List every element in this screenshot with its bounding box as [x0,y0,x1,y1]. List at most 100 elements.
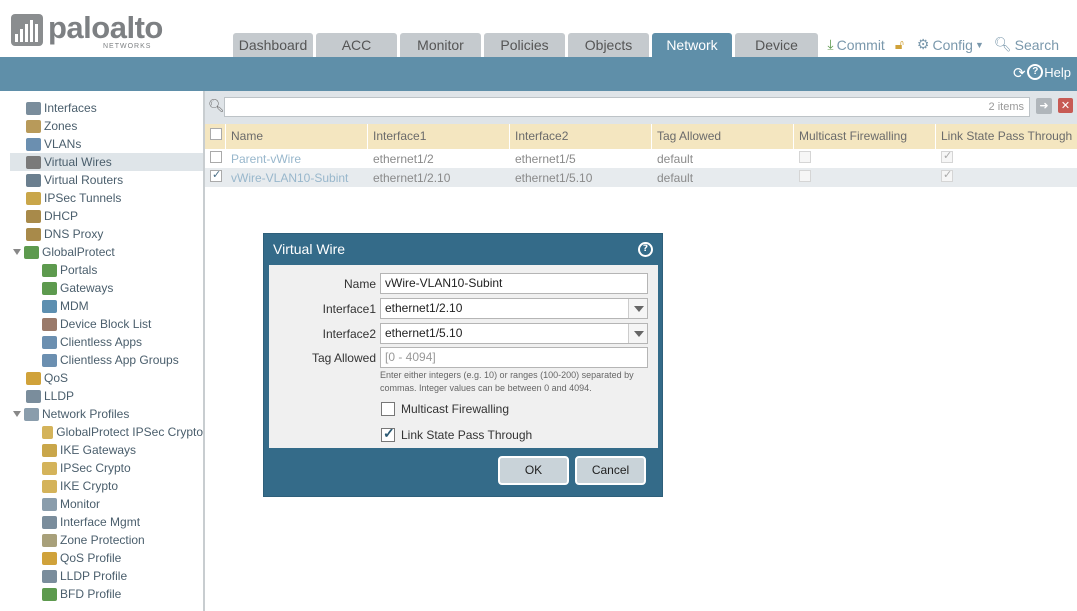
chevron-down-icon[interactable] [628,299,647,318]
portals-icon [42,263,57,277]
table-row[interactable]: vWire-VLAN10-Subint ethernet1/2.10 etherne… [205,168,1077,187]
sidebar-item-label: IPSec Tunnels [44,191,122,205]
sidebar-item-clientless-apps[interactable]: Clientless Apps [10,333,203,351]
col-interface2[interactable]: Interface2 [510,124,652,149]
sidebar-item-ipsec-tunnels[interactable]: IPSec Tunnels [10,189,203,207]
network-profiles-icon [24,407,39,421]
col-multicast-firewalling[interactable]: Multicast Firewalling [794,124,936,149]
tab-acc[interactable]: ACC [316,33,397,57]
filter-input[interactable]: 2 items [224,97,1030,117]
commit-link[interactable]: ⤓ Commit [827,36,884,53]
sidebar-item-lldp[interactable]: LLDP [10,387,203,405]
top-links: ⤓ Commit 🔓︎ ⚙ Config ▼ 🔍︎ Search [817,36,1059,53]
link-state-pass-through-option[interactable]: Link State Pass Through [381,425,532,442]
tab-network[interactable]: Network [652,33,732,57]
sidebar-item-qos-profile[interactable]: QoS Profile [10,549,203,567]
help-button[interactable]: ? Help [1027,64,1071,80]
sidebar-item-clientless-app-groups[interactable]: Clientless App Groups [10,351,203,369]
interface-mgmt-icon [42,515,57,529]
multicast-firewalling-option[interactable]: Multicast Firewalling [381,402,509,416]
sidebar-item-interfaces[interactable]: Interfaces [10,99,203,117]
sidebar-item-monitor[interactable]: Monitor [10,495,203,513]
interface1-select[interactable]: ethernet1/2.10 [380,298,648,319]
cell-link-state-checkbox [941,170,953,182]
sidebar-item-label: Virtual Wires [44,155,112,169]
main-tabs: Dashboard ACC Monitor Policies Objects N… [233,33,821,57]
sidebar-item-label: Portals [60,263,98,277]
tag-allowed-hint: Enter either integers (e.g. 10) or range… [380,370,634,393]
config-label: Config [932,36,973,53]
sidebar-item-dns-proxy[interactable]: DNS Proxy [10,225,203,243]
row-select-checkbox[interactable] [210,170,222,182]
sidebar-item-zone-protection[interactable]: Zone Protection [10,531,203,549]
gateways-icon [42,281,57,295]
sidebar-item-globalprotect-ipsec-crypto[interactable]: GlobalProtect IPSec Crypto [10,423,203,441]
name-field[interactable]: vWire-VLAN10-Subint [380,273,648,294]
sidebar-item-label: LLDP [44,389,75,403]
virtual-routers-icon [26,173,41,187]
sidebar-item-vlans[interactable]: VLANs [10,135,203,153]
expand-triangle-icon[interactable] [13,411,21,417]
logo-mark-icon [11,14,43,46]
cell-name[interactable]: vWire-VLAN10-Subint [226,171,368,185]
sidebar-item-device-block-list[interactable]: Device Block List [10,315,203,333]
sidebar-item-virtual-routers[interactable]: Virtual Routers [10,171,203,189]
sidebar-item-ike-gateways[interactable]: IKE Gateways [10,441,203,459]
sidebar-item-label: IPSec Crypto [60,461,131,475]
select-all-checkbox[interactable] [210,128,222,140]
sidebar-item-ipsec-crypto[interactable]: IPSec Crypto [10,459,203,477]
cell-name[interactable]: Parent-vWire [226,152,368,166]
clear-filter-icon[interactable]: ✕ [1058,98,1073,113]
monitor-icon [42,497,57,511]
tab-monitor[interactable]: Monitor [400,33,481,57]
tab-objects[interactable]: Objects [568,33,649,57]
link-state-pass-through-checkbox[interactable] [381,425,395,442]
checkbox-cell [205,151,226,166]
sidebar-item-gateways[interactable]: Gateways [10,279,203,297]
sidebar-item-virtual-wires[interactable]: Virtual Wires [10,153,203,171]
chevron-down-icon: ▼ [974,39,984,50]
tag-allowed-field[interactable]: [0 - 4094] [380,347,648,368]
apply-filter-icon[interactable]: ➜ [1036,98,1052,114]
sidebar-item-zones[interactable]: Zones [10,117,203,135]
col-name[interactable]: Name [226,124,368,149]
lock-button[interactable]: 🔓︎ [895,36,907,53]
sidebar-item-lldp-profile[interactable]: LLDP Profile [10,567,203,585]
dhcp-icon [26,209,41,223]
qos-icon [26,371,41,385]
tab-device[interactable]: Device [735,33,818,57]
sidebar-item-mdm[interactable]: MDM [10,297,203,315]
config-icon: ⚙ [916,36,930,52]
sidebar-item-qos[interactable]: QoS [10,369,203,387]
dialog-help-icon[interactable]: ? [638,242,653,257]
multicast-firewalling-checkbox[interactable] [381,402,395,416]
col-tag-allowed[interactable]: Tag Allowed [652,124,794,149]
config-menu[interactable]: ⚙ Config ▼ [917,36,984,53]
chevron-down-icon[interactable] [628,324,647,343]
sidebar-item-interface-mgmt[interactable]: Interface Mgmt [10,513,203,531]
commit-icon: ⤓ [827,36,834,52]
tab-policies[interactable]: Policies [484,33,565,57]
expand-triangle-icon[interactable] [13,249,21,255]
cancel-button[interactable]: Cancel [575,456,646,485]
interface2-select[interactable]: ethernet1/5.10 [380,323,648,344]
sidebar-item-network-profiles[interactable]: Network Profiles [10,405,203,423]
ok-button[interactable]: OK [498,456,569,485]
sidebar-item-ike-crypto[interactable]: IKE Crypto [10,477,203,495]
cell-interface2: ethernet1/5 [515,151,576,166]
sidebar-item-globalprotect[interactable]: GlobalProtect [10,243,203,261]
checkbox-cell [794,151,936,166]
search-link[interactable]: 🔍︎ Search [994,36,1059,53]
col-link-state-pass-through[interactable]: Link State Pass Through [936,124,1077,149]
table-row[interactable]: Parent-vWire ethernet1/2 ethernet1/5 defaul… [205,149,1077,168]
col-interface1[interactable]: Interface1 [368,124,510,149]
sidebar-item-bfd-profile[interactable]: BFD Profile [10,585,203,603]
row-select-checkbox[interactable] [210,151,222,163]
sidebar-item-label: Interfaces [44,101,97,115]
filter-search-icon: 🔍︎ [208,99,225,114]
select-all-cell [205,124,226,149]
sidebar-item-portals[interactable]: Portals [10,261,203,279]
tab-dashboard[interactable]: Dashboard [233,33,313,57]
cell-multicast-checkbox [799,151,811,163]
sidebar-item-dhcp[interactable]: DHCP [10,207,203,225]
